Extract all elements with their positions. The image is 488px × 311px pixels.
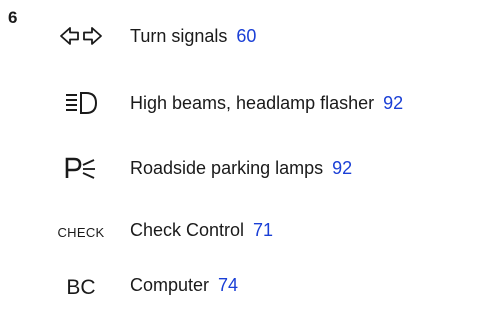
check-control-icon: CHECK	[40, 215, 122, 245]
list-item-high-beams: High beams, headlamp flasher 92	[0, 88, 488, 118]
list-item-parking-lamps: Roadside parking lamps 92	[0, 153, 488, 183]
page-link[interactable]: 71	[253, 220, 273, 240]
list-item-computer: BC Computer 74	[0, 270, 488, 300]
item-label: Roadside parking lamps	[130, 158, 324, 178]
high-beam-headlamp-icon	[40, 88, 122, 118]
page-link[interactable]: 92	[332, 158, 352, 178]
page-link[interactable]: 60	[236, 26, 256, 46]
item-label: Computer	[130, 275, 210, 295]
item-text: Roadside parking lamps 92	[130, 153, 352, 183]
check-icon-text: CHECK	[57, 224, 105, 240]
item-text: Computer 74	[130, 270, 238, 300]
item-text: Turn signals 60	[130, 21, 256, 51]
item-label: High beams, headlamp flasher	[130, 93, 375, 113]
list-item-check-control: CHECK Check Control 71	[0, 215, 488, 245]
bc-icon-text: BC	[66, 276, 96, 299]
turn-signal-arrows-icon	[40, 21, 122, 51]
computer-icon: BC	[40, 270, 122, 300]
page-link[interactable]: 92	[383, 93, 403, 113]
page-link[interactable]: 74	[218, 275, 238, 295]
item-text: Check Control 71	[130, 215, 273, 245]
parking-lamp-icon	[40, 153, 122, 183]
item-text: High beams, headlamp flasher 92	[130, 88, 403, 118]
list-item-turn-signals: Turn signals 60	[0, 21, 488, 51]
item-label: Check Control	[130, 220, 245, 240]
item-label: Turn signals	[130, 26, 228, 46]
